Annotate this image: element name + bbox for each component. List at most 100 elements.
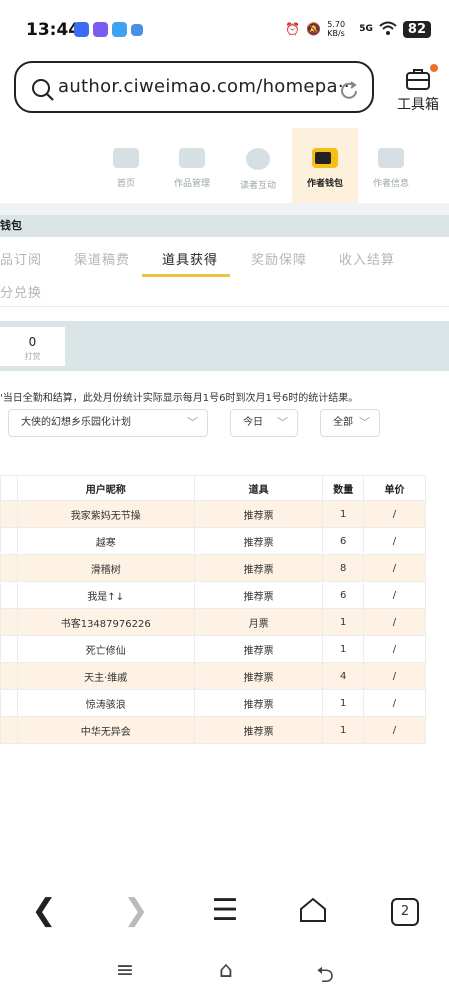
cell-user: 我家紫妈无节操 [16,500,195,528]
cell-price: / [362,527,427,555]
nav-item-home[interactable]: 首页 [93,128,159,203]
nav-item-readers[interactable]: 读者互动 [225,128,291,203]
table-row: 死亡修仙 推荐票 1/ [0,635,427,663]
toolbox-icon [392,64,444,94]
table-header-row: 用户昵称 道具 数量 单价 [0,475,427,501]
tab-subscription[interactable]: 品订阅 [0,249,42,268]
props-table: 用户昵称 道具 数量 单价 我家紫妈无节操 推荐票 1/越寒 推荐票 6/滑稽树 推荐票 8… [0,475,427,744]
stat-value: 0 [28,335,37,349]
signal-icon: 5G [359,24,373,34]
cell-price: / [362,581,427,609]
table-row: 惊涛骇浪 推荐票 1/ [0,689,427,717]
tab-exchange[interactable]: 分兑换 [0,282,42,301]
tab-rewards[interactable]: 奖励保障 [251,249,307,268]
forward-button[interactable]: ❯ [116,893,156,928]
cell-qty: 1 [322,689,364,717]
back-button[interactable]: ❮ [24,893,64,928]
cell-item: 推荐票 [193,554,324,582]
table-row: 书客13487976226 月票 1/ [0,608,427,636]
cell-item: 推荐票 [193,689,324,717]
home-button[interactable] [298,896,328,928]
cell-qty: 1 [322,608,364,636]
book-select-value: 大侠的幻想乡乐园化计划 [21,417,131,428]
status-time: 13:44 [26,20,81,40]
wifi-icon [379,21,397,38]
system-home-button[interactable]: ⌂ [211,958,241,983]
table-row: 中华无异会 推荐票 1/ [0,716,427,744]
reload-icon[interactable] [338,80,360,106]
cell-price: / [362,635,427,663]
cell-price: / [362,689,427,717]
active-tab-indicator [142,274,230,277]
cell-item: 月票 [193,608,324,636]
table-row: 天主·维戚 推荐票 4/ [0,662,427,690]
book-select[interactable]: 大侠的幻想乡乐园化计划 ﹀ [8,409,208,437]
period-select-value: 今日 [243,417,263,428]
house-icon [113,148,139,168]
table-row: 越寒 推荐票 6/ [0,527,427,555]
column-header: 用户昵称 [16,475,195,501]
nav-item-label: 读者互动 [239,181,276,191]
table-row: 我是↑↓ 推荐票 6/ [0,581,427,609]
system-menu-button[interactable]: ≡ [110,958,140,983]
nav-item-label: 首页 [116,179,135,189]
app-notification-icon [112,22,127,37]
app-notification-icon [131,24,143,36]
type-select-value: 全部 [333,417,353,428]
cell-item: 推荐票 [193,581,324,609]
wallet-icon [312,148,338,168]
cell-price: / [362,608,427,636]
cell-item: 推荐票 [193,500,324,528]
type-select[interactable]: 全部 ﹀ [320,409,380,437]
app-notification-icon [74,22,89,37]
cell-qty: 1 [322,716,364,744]
stat-label: 打赏 [24,352,41,361]
mute-icon: 🔕 [306,22,322,36]
cell-user: 中华无异会 [16,716,195,744]
tabs-button[interactable]: 2 [391,898,419,926]
cell-user: 我是↑↓ [16,581,195,609]
cell-user: 天主·维戚 [16,662,195,690]
status-bar: 13:44 ⏰ 🔕 5.70 KB/s 5G 82 [0,0,449,56]
cell-user: 惊涛骇浪 [16,689,195,717]
cell-qty: 1 [322,500,364,528]
nav-item-label: 作品管理 [173,179,210,189]
toolbox-label: 工具箱 [397,97,439,113]
stats-note: '当日全勤和结算，此处月份统计实际显示每月1号6时到次月1号6时的统计结果。 [0,393,359,404]
book-icon [179,148,205,168]
chevron-down-icon: ﹀ [277,416,288,429]
nav-item-works[interactable]: 作品管理 [159,128,225,203]
chevron-down-icon: ﹀ [187,416,198,429]
cell-price: / [362,716,427,744]
column-header: 道具 [193,475,324,501]
toolbox-button[interactable]: 工具箱 [392,64,444,114]
cell-user: 越寒 [16,527,195,555]
cell-user: 书客13487976226 [16,608,195,636]
system-back-button[interactable]: ⮌ [310,958,340,996]
table-row: 我家紫妈无节操 推荐票 1/ [0,500,427,528]
cell-item: 推荐票 [193,662,324,690]
cell-qty: 8 [322,554,364,582]
stats-panel [0,321,449,371]
nav-item-label: 作者信息 [372,179,409,189]
nav-item-wallet[interactable]: 作者钱包 [292,128,358,203]
tab-channel[interactable]: 渠道稿费 [74,249,130,268]
cell-price: / [362,662,427,690]
table-row: 滑稽树 推荐票 8/ [0,554,427,582]
cell-qty: 1 [322,635,364,663]
menu-button[interactable]: ☰ [205,893,245,928]
tab-settlement[interactable]: 收入结算 [339,249,395,268]
cell-item: 推荐票 [193,635,324,663]
tab-props[interactable]: 道具获得 [162,249,218,268]
cell-user: 死亡修仙 [16,635,195,663]
url-text[interactable]: author.ciweimao.com/homepa··· [58,76,356,97]
alarm-icon: ⏰ [285,22,301,36]
divider [0,203,449,215]
app-notification-icon [93,22,108,37]
section-header: 钱包 [0,215,449,237]
period-select[interactable]: 今日 ﹀ [230,409,298,437]
net-speed: 5.70 KB/s [327,20,346,38]
cell-price: / [362,500,427,528]
cell-item: 推荐票 [193,527,324,555]
nav-item-profile[interactable]: 作者信息 [358,128,424,203]
